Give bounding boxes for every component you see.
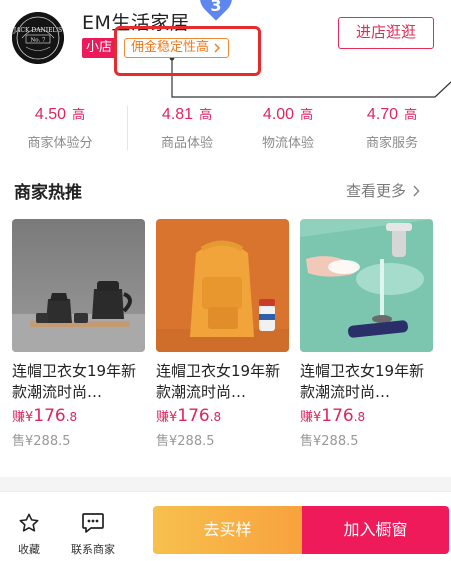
product-photo-hand-wash <box>300 219 433 352</box>
contact-merchant-label: 联系商家 <box>71 543 115 556</box>
earn-prefix: 赚¥ <box>156 410 178 425</box>
product-title[interactable]: 连帽卫衣女19年新款潮流时尚… <box>300 361 433 403</box>
star-outline-icon <box>19 513 39 532</box>
see-more-link[interactable]: 查看更多 <box>346 180 420 201</box>
commission-amount: 赚¥176.8 <box>156 406 289 426</box>
product-image[interactable] <box>156 219 289 352</box>
sale-price: 售¥288.5 <box>300 434 359 449</box>
rating-level: 高 <box>404 108 418 123</box>
rating-label: 商家服务 <box>365 136 418 151</box>
earn-decimal: .8 <box>353 410 366 424</box>
earn-integer: 176 <box>321 406 354 426</box>
earn-integer: 176 <box>33 406 66 426</box>
rating-merchant-experience: 4.50 高 商家体验分 <box>22 104 98 151</box>
logo-text-bottom: No. 7 <box>30 38 46 44</box>
add-to-showcase-button[interactable]: 加入橱窗 <box>302 506 449 554</box>
shop-logo[interactable]: JACK DANIEL'S No. 7 <box>12 12 64 64</box>
favorite-label: 收藏 <box>18 543 40 556</box>
earn-decimal: .8 <box>209 410 222 424</box>
earn-prefix: 赚¥ <box>300 410 322 425</box>
rating-label: 商品体验 <box>160 136 213 151</box>
commission-amount: 赚¥176.8 <box>300 406 433 426</box>
shop-type-badge: 小店 <box>82 38 117 58</box>
contact-merchant-button[interactable]: 联系商家 <box>66 512 120 557</box>
product-title[interactable]: 连帽卫衣女19年新款潮流时尚… <box>156 361 289 403</box>
favorite-button[interactable]: 收藏 <box>13 512 45 557</box>
earn-integer: 176 <box>177 406 210 426</box>
ratings-divider <box>127 106 128 150</box>
see-more-label: 查看更多 <box>346 182 407 200</box>
rating-value: 4.81 <box>161 106 194 123</box>
product-image[interactable] <box>300 219 433 352</box>
bottom-action-bar: 收藏 联系商家 去买样 加入橱窗 <box>0 492 451 561</box>
chevron-right-icon <box>413 184 420 197</box>
commission-amount: 赚¥176.8 <box>12 406 145 426</box>
rating-merchant-service: 4.70 高 商家服务 <box>357 104 427 151</box>
product-image[interactable] <box>12 219 145 352</box>
shop-logo-graphic: JACK DANIEL'S No. 7 <box>12 12 64 64</box>
logo-text-top: JACK DANIEL'S <box>13 27 63 34</box>
product-card[interactable]: 连帽卫衣女19年新款潮流时尚… 赚¥176.8 售¥288.5 <box>12 219 145 449</box>
sale-price: 售¥288.5 <box>156 434 215 449</box>
shop-ratings: 4.50 高 商家体验分 4.81 高 商品体验 4.00 高 物流体验 4.70 高 … <box>0 104 451 160</box>
rating-level: 高 <box>72 108 86 123</box>
annotation-highlight-box <box>114 26 261 76</box>
buy-sample-button[interactable]: 去买样 <box>153 506 302 554</box>
rating-product-experience: 4.81 高 商品体验 <box>152 104 222 151</box>
rating-label: 物流体验 <box>261 136 314 151</box>
product-card[interactable]: 连帽卫衣女19年新款潮流时尚… 赚¥176.8 售¥288.5 <box>156 219 289 449</box>
rating-value: 4.00 <box>262 106 295 123</box>
earn-prefix: 赚¥ <box>12 410 34 425</box>
chat-bubble-icon <box>82 513 104 533</box>
product-title[interactable]: 连帽卫衣女19年新款潮流时尚… <box>12 361 145 403</box>
product-photo-kettle-set <box>12 219 145 352</box>
rating-value: 4.50 <box>34 106 67 123</box>
step-number: 3 <box>210 0 222 15</box>
rating-level: 高 <box>199 108 213 123</box>
product-photo-backpack <box>156 219 289 352</box>
section-title: 商家热推 <box>14 183 82 203</box>
rating-level: 高 <box>300 108 314 123</box>
product-card[interactable]: 连帽卫衣女19年新款潮流时尚… 赚¥176.8 售¥288.5 <box>300 219 433 449</box>
earn-decimal: .8 <box>65 410 78 424</box>
section-separator <box>0 477 451 491</box>
step-marker: 3 <box>193 0 239 21</box>
sale-price: 售¥288.5 <box>12 434 71 449</box>
rating-logistics-experience: 4.00 高 物流体验 <box>253 104 323 151</box>
rating-label: 商家体验分 <box>27 136 93 151</box>
enter-shop-button[interactable]: 进店逛逛 <box>338 17 434 49</box>
rating-value: 4.70 <box>366 106 399 123</box>
